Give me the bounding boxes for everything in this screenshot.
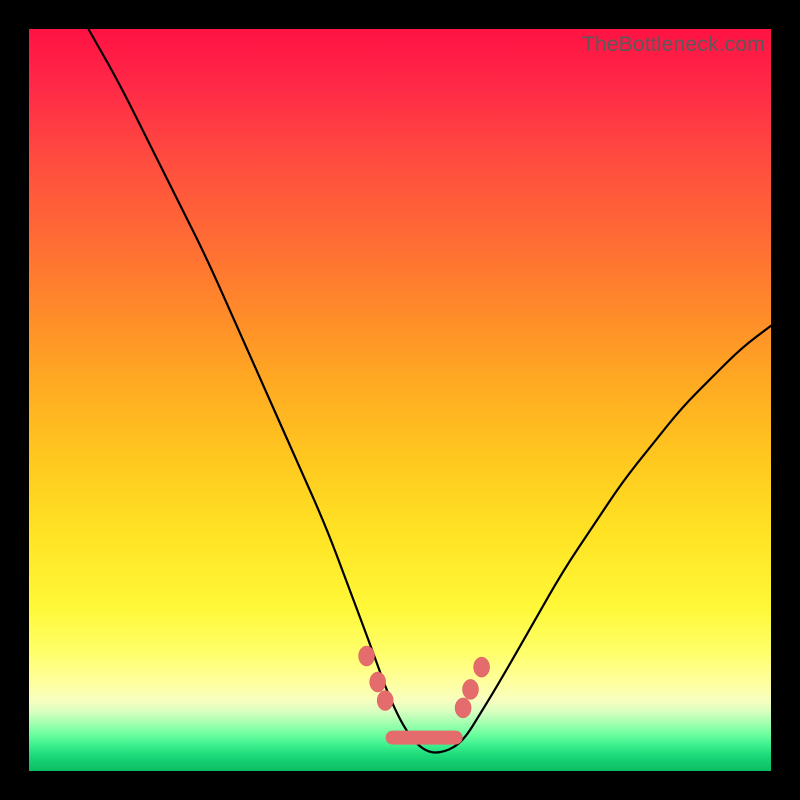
highlight-dot	[377, 691, 393, 711]
highlight-dot	[370, 672, 386, 692]
curve-layer	[29, 29, 771, 771]
highlight-dot	[474, 657, 490, 677]
chart-frame: TheBottleneck.com	[0, 0, 800, 800]
highlight-dots	[359, 646, 490, 718]
highlight-dot	[463, 679, 479, 699]
bottleneck-curve	[88, 29, 771, 753]
highlight-dot	[359, 646, 375, 666]
highlight-dot	[455, 698, 471, 718]
plot-area: TheBottleneck.com	[29, 29, 771, 771]
